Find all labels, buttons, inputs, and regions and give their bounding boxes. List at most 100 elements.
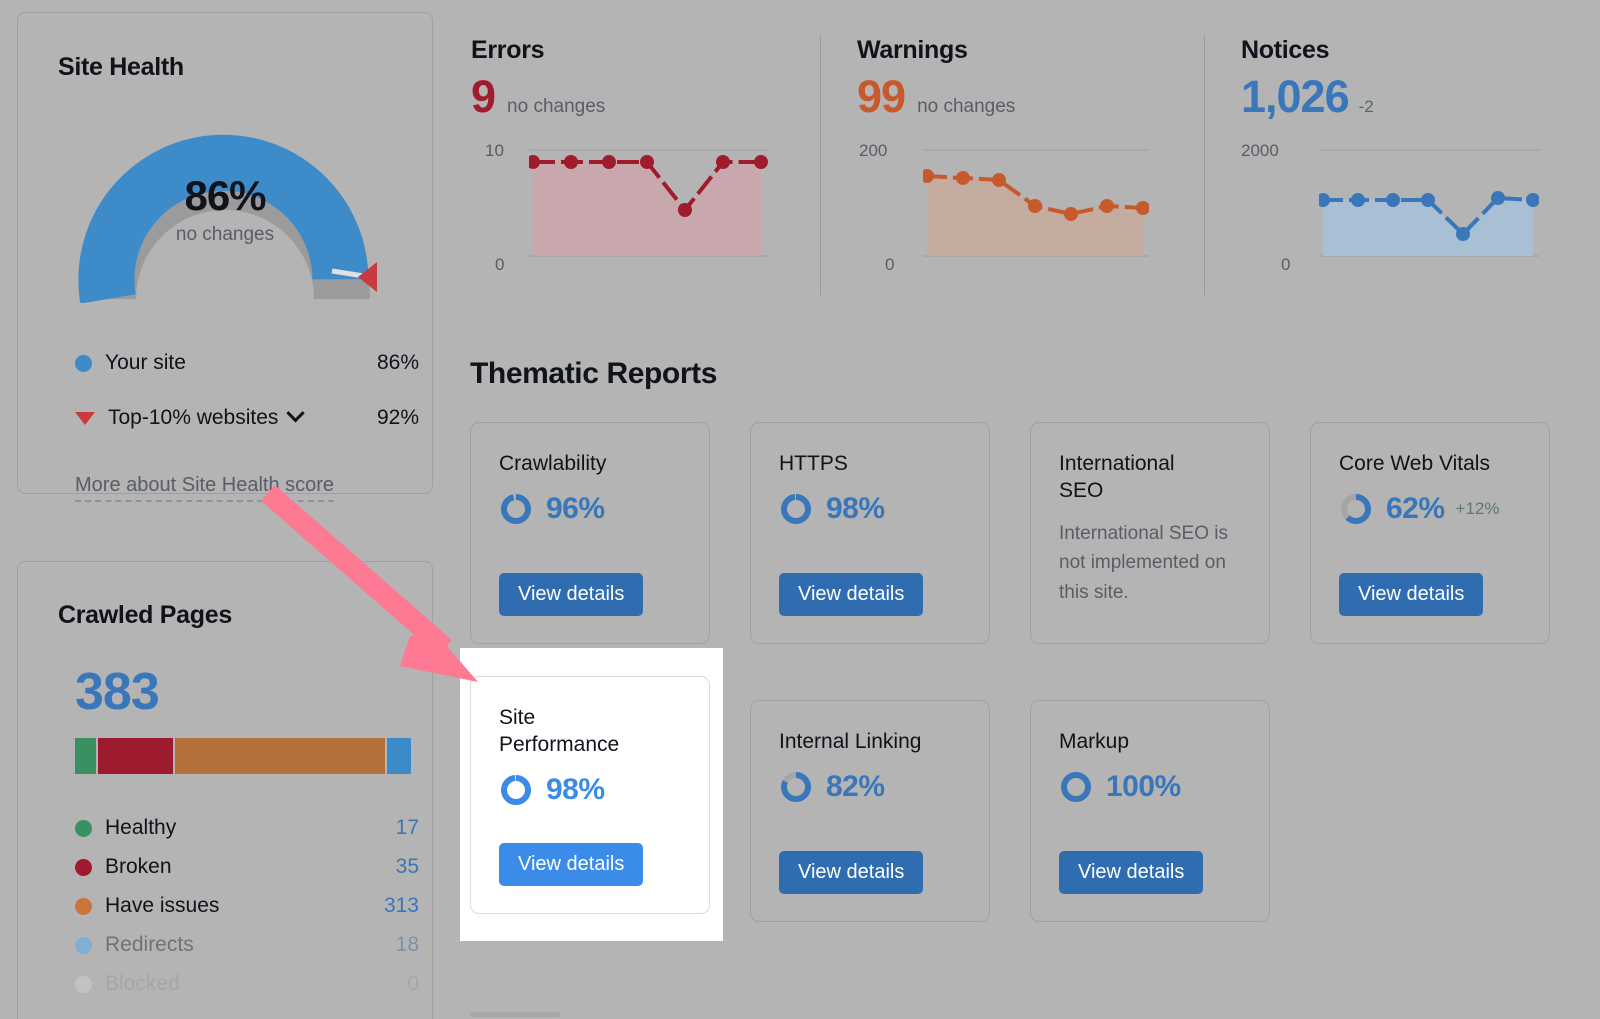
international-seo-title: International SEO [1059, 452, 1175, 502]
redirects-value: 18 [395, 933, 419, 956]
blocked-dot [75, 975, 92, 993]
markup-percent: 100% [1106, 769, 1181, 803]
site-performance-percent: 98% [546, 772, 605, 806]
international-seo-description: International SEO is not implemented on … [1059, 522, 1228, 603]
core-web-vitals-percent: 62% [1386, 491, 1445, 525]
bottom-partial-element [470, 1012, 560, 1017]
more-about-site-health-link[interactable]: More about Site Health score [75, 474, 335, 502]
top10-value: 92% [376, 406, 419, 429]
markup-view-details-button[interactable]: View details [1059, 851, 1204, 894]
crawled-legend-broken[interactable]: Broken 35 [75, 855, 419, 879]
have-issues-dot [75, 897, 92, 915]
crawled-legend-redirects[interactable]: Redirects 18 [75, 933, 419, 957]
card-crawlability[interactable]: Crawlability 96% View details [470, 422, 710, 644]
core-web-vitals-view-details-button[interactable]: View details [1339, 573, 1484, 616]
blocked-label: Blocked [105, 972, 180, 995]
bar-segment-healthy [75, 738, 96, 774]
top10-label: Top-10% websites [108, 406, 279, 429]
thematic-reports-title: Thematic Reports [470, 357, 717, 390]
notices-delta: -2 [1358, 97, 1374, 116]
blocked-value: 0 [407, 972, 419, 995]
internal-linking-title: Internal Linking [779, 730, 922, 753]
top10-triangle-icon [75, 411, 95, 425]
errors-axis-top: 10 [485, 141, 504, 160]
notices-axis-top: 2000 [1241, 141, 1279, 160]
crawlability-title: Crawlability [499, 452, 607, 475]
card-internal-linking[interactable]: Internal Linking 82% View details [750, 700, 990, 922]
notices-value: 1,026 [1241, 71, 1350, 122]
site-health-title: Site Health [58, 53, 184, 81]
markup-ring-icon [1061, 771, 1091, 802]
notices-sparkline: 2000 0 [1241, 141, 1581, 274]
card-site-performance[interactable]: Site Performance 98% View details [470, 676, 710, 914]
site-performance-title: Site Performance [499, 706, 620, 756]
core-web-vitals-title: Core Web Vitals [1339, 452, 1490, 475]
broken-value: 35 [395, 855, 419, 878]
site-health-panel: Site Health 86% no changes Your site 86% [17, 12, 433, 502]
notices-axis-bottom: 0 [1281, 255, 1291, 274]
legend-row-your-site: Your site 86% [75, 351, 419, 375]
gauge-value: 86% [184, 172, 266, 219]
warnings-value: 99 [857, 71, 906, 122]
healthy-label: Healthy [105, 816, 177, 839]
card-https[interactable]: HTTPS 98% View details [750, 422, 990, 644]
crawled-pages-panel: Crawled Pages 383 Healthy 17 Broken 35 H… [17, 561, 433, 1019]
site-performance-view-details-button[interactable]: View details [499, 843, 644, 886]
crawlability-view-details-button[interactable]: View details [499, 573, 644, 616]
redirects-dot [75, 936, 92, 954]
gauge-center-readout: 86% no changes [70, 175, 380, 246]
card-core-web-vitals[interactable]: Core Web Vitals 62% +12% View details [1310, 422, 1550, 644]
metric-notices: Notices 1,026 -2 2000 0 [1241, 36, 1581, 274]
metric-divider-1 [820, 35, 821, 295]
crawled-pages-total: 383 [75, 663, 160, 721]
crawled-legend-blocked[interactable]: Blocked 0 [75, 972, 419, 996]
healthy-dot [75, 819, 92, 837]
gauge-change: no changes [175, 224, 275, 245]
card-international-seo[interactable]: International SEO International SEO is n… [1030, 422, 1270, 644]
metric-errors: Errors 9 no changes 10 0 [471, 36, 801, 274]
https-title: HTTPS [779, 452, 848, 475]
internal-linking-ring-icon [781, 771, 811, 802]
core-web-vitals-ring-icon [1341, 493, 1371, 524]
crawlability-ring-icon [501, 493, 531, 524]
errors-title: Errors [471, 36, 545, 64]
crawlability-percent: 96% [546, 491, 605, 525]
card-markup[interactable]: Markup 100% View details [1030, 700, 1270, 922]
warnings-axis-bottom: 0 [885, 255, 895, 274]
internal-linking-view-details-button[interactable]: View details [779, 851, 924, 894]
legend-row-top10[interactable]: Top-10% websites 92% [75, 404, 419, 430]
your-site-dot [75, 354, 92, 372]
broken-label: Broken [105, 855, 172, 878]
crawled-legend-healthy[interactable]: Healthy 17 [75, 816, 419, 840]
crawled-pages-stacked-bar [75, 738, 419, 774]
bar-segment-redirects [387, 738, 412, 774]
bar-segment-broken [97, 738, 174, 774]
notices-title: Notices [1241, 36, 1330, 64]
site-performance-ring-icon [501, 774, 531, 805]
warnings-sparkline: 200 0 [857, 141, 1187, 274]
errors-axis-bottom: 0 [495, 255, 505, 274]
healthy-value: 17 [395, 816, 419, 839]
errors-sparkline: 10 0 [471, 141, 801, 274]
errors-value: 9 [471, 71, 496, 122]
crawled-legend-have-issues[interactable]: Have issues 313 [75, 894, 419, 918]
have-issues-label: Have issues [105, 894, 220, 917]
metric-divider-2 [1204, 35, 1205, 295]
bar-segment-have-issues [175, 738, 386, 774]
warnings-axis-top: 200 [859, 141, 888, 160]
crawled-pages-title: Crawled Pages [58, 601, 232, 629]
warnings-delta: no changes [917, 96, 1016, 117]
chevron-down-icon[interactable] [286, 404, 306, 423]
have-issues-value: 313 [383, 894, 419, 917]
site-health-gauge: 86% no changes [70, 103, 380, 304]
your-site-label: Your site [105, 351, 186, 374]
https-view-details-button[interactable]: View details [779, 573, 924, 616]
broken-dot [75, 858, 92, 876]
https-percent: 98% [826, 491, 885, 525]
warnings-title: Warnings [857, 36, 968, 64]
site-audit-overview: Site Health 86% no changes Your site 86% [0, 0, 1600, 1019]
your-site-value: 86% [376, 351, 419, 374]
metric-warnings: Warnings 99 no changes 200 0 [857, 36, 1187, 274]
errors-delta: no changes [507, 96, 606, 117]
internal-linking-percent: 82% [826, 769, 885, 803]
